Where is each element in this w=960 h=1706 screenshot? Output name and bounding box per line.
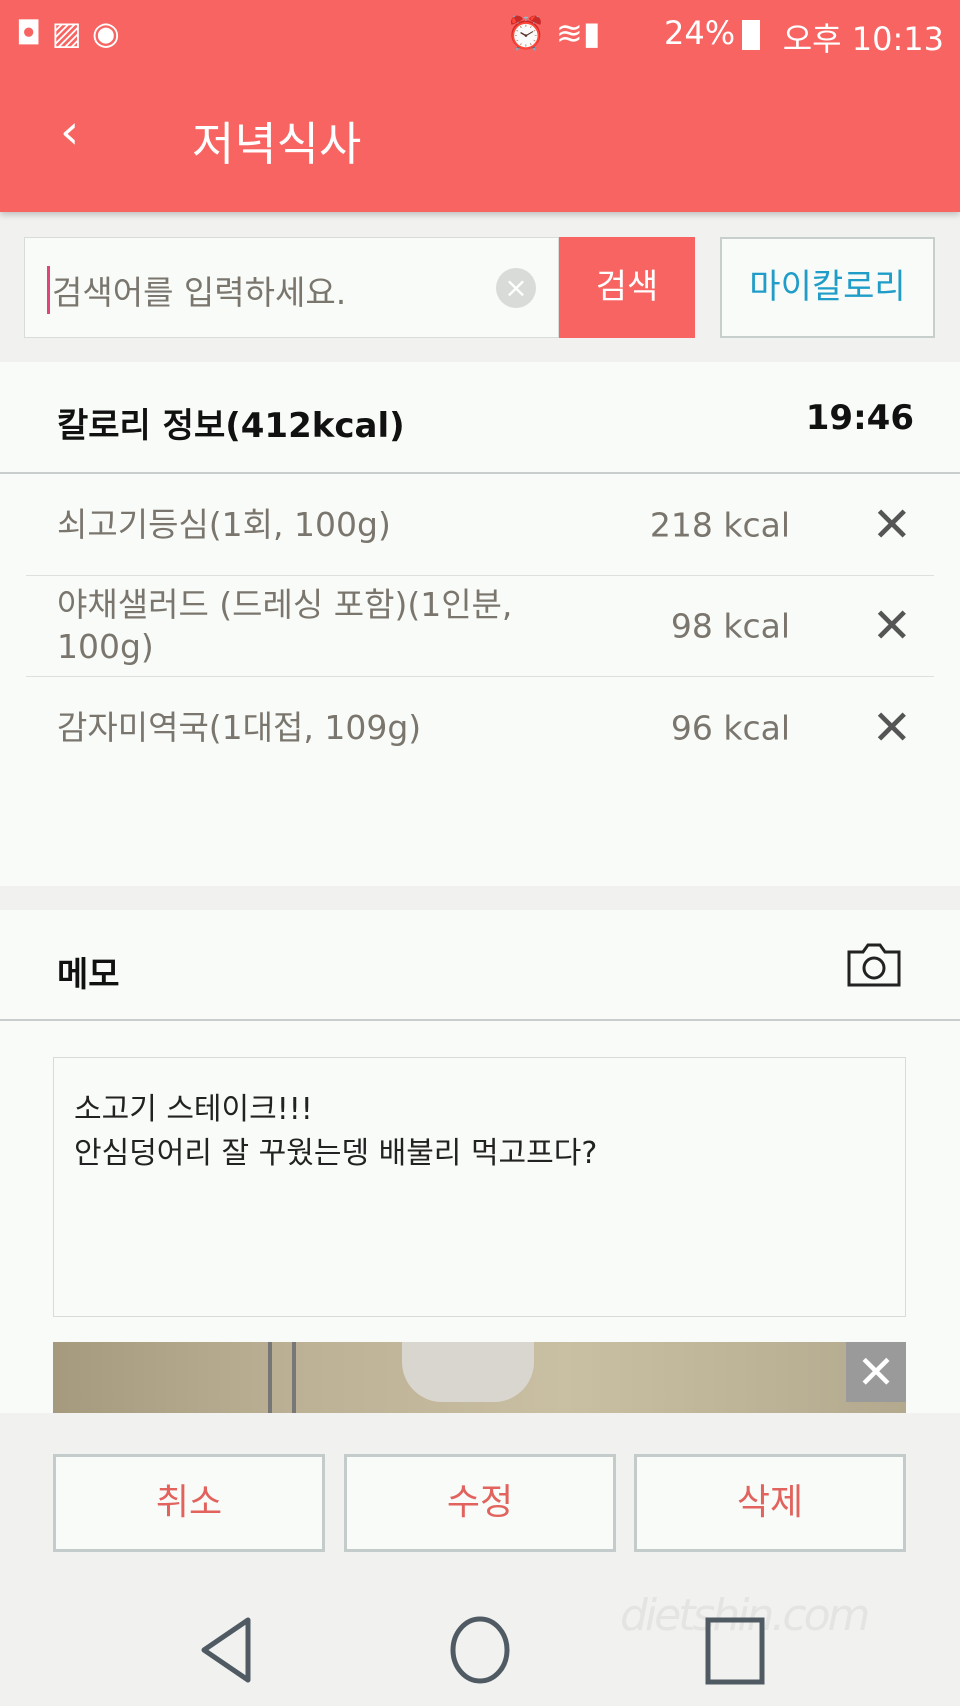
list-item: 야채샐러드 (드레싱 포함)(1인분, 100g) 98 kcal ✕ [26, 576, 934, 677]
close-icon[interactable]: ✕ [872, 700, 912, 756]
list-item: 쇠고기등심(1회, 100g) 218 kcal ✕ [26, 475, 934, 576]
meal-time: 19:46 [805, 398, 914, 438]
signal-icon: ▮ [582, 14, 601, 52]
page-title: 저녁식사 [192, 117, 362, 171]
food-name: 야채샐러드 (드레싱 포함)(1인분, 100g) [57, 585, 513, 666]
memo-header [0, 910, 960, 1021]
food-kcal: 96 kcal [670, 708, 790, 747]
memo-title: 메모 [57, 955, 120, 995]
app-header: ◘ ▨ ◉ ⏰ ≋▮ 24% 오후 10:13 ‹ 저녁식사 [0, 0, 960, 212]
status-icons-right: ⏰ ≋▮ [506, 14, 600, 52]
photo-detail [402, 1342, 534, 1402]
alarm-icon: ⏰ [506, 14, 546, 52]
nav-home-icon[interactable] [450, 1616, 510, 1684]
my-calorie-button[interactable]: 마이칼로리 [720, 237, 935, 338]
battery-icon [742, 20, 760, 50]
close-icon[interactable]: ✕ [872, 598, 912, 654]
gallery-icon: ▨ [51, 14, 82, 52]
wifi-icon: ≋ [556, 14, 583, 52]
food-name: 감자미역국(1대접, 109g) [57, 707, 422, 747]
calorie-title: 칼로리 정보(412kcal) [57, 406, 405, 446]
food-kcal: 98 kcal [670, 606, 790, 646]
chevron-left-icon[interactable]: ‹ [60, 104, 79, 160]
food-name: 쇠고기등심(1회, 100g) [57, 505, 391, 544]
close-icon[interactable]: ✕ [872, 497, 912, 553]
memo-textarea[interactable]: 소고기 스테이크!!! 안심덩어리 잘 꾸웠는뎅 배불리 먹고프다? [53, 1057, 906, 1317]
nav-bar [201, 1616, 765, 1685]
list-item: 감자미역국(1대접, 109g) 96 kcal ✕ [26, 677, 934, 778]
delete-button[interactable]: 삭제 [634, 1454, 906, 1552]
uplus-icon: ◘ [16, 14, 42, 52]
edit-button[interactable]: 수정 [344, 1454, 616, 1552]
food-kcal: 218 kcal [649, 505, 790, 545]
camera-icon[interactable] [846, 942, 902, 988]
nav-back-icon[interactable] [201, 1617, 251, 1683]
photo-detail [292, 1342, 296, 1413]
remove-photo-icon[interactable]: ✕ [846, 1342, 906, 1402]
toggle-icon: ◉ [91, 14, 120, 52]
clear-icon[interactable]: × [496, 268, 536, 308]
status-icons-left: ◘ ▨ ◉ [16, 14, 120, 52]
search-placeholder: 검색어를 입력하세요. [47, 266, 346, 314]
battery-percent: 24% [664, 14, 736, 52]
search-input[interactable]: 검색어를 입력하세요. [24, 237, 559, 338]
cancel-button[interactable]: 취소 [53, 1454, 325, 1552]
nav-recents-icon[interactable] [705, 1617, 765, 1685]
photo-detail [268, 1342, 272, 1413]
clock: 오후 10:13 [782, 20, 944, 58]
search-button[interactable]: 검색 [559, 237, 695, 338]
